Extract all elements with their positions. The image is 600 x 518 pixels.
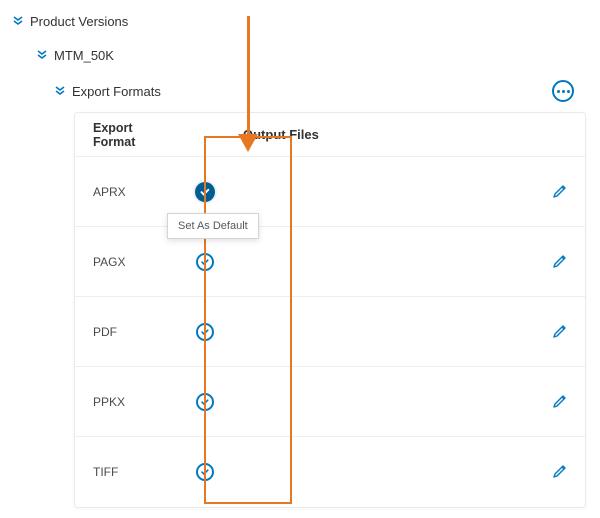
tree-item-product-version[interactable]: MTM_50K (36, 44, 588, 66)
set-as-default-button[interactable] (196, 393, 214, 411)
format-label: TIFF (75, 465, 175, 479)
table-header-row: Export Format Output Files (75, 113, 585, 157)
double-chevron-down-icon (12, 15, 24, 27)
double-chevron-down-icon (36, 49, 48, 61)
check-outline-icon (200, 257, 210, 267)
edit-row-button[interactable] (535, 323, 585, 341)
column-header-output: Output Files (235, 127, 535, 142)
edit-row-button[interactable] (535, 183, 585, 201)
table-row: PDF (75, 297, 585, 367)
tree-item-export-formats[interactable]: Export Formats (54, 80, 161, 102)
ellipsis-icon (567, 90, 570, 93)
overflow-menu-button[interactable] (552, 80, 574, 102)
ellipsis-icon (562, 90, 565, 93)
pencil-icon (551, 253, 569, 271)
check-outline-icon (200, 397, 210, 407)
pencil-icon (551, 323, 569, 341)
table-row: APRX Set As Default (75, 157, 585, 227)
set-as-default-button[interactable] (195, 182, 215, 202)
pencil-icon (551, 183, 569, 201)
format-label: PAGX (75, 255, 175, 269)
set-as-default-button[interactable] (196, 463, 214, 481)
tooltip-set-as-default: Set As Default (167, 213, 259, 239)
check-outline-icon (200, 327, 210, 337)
format-label: APRX (75, 185, 175, 199)
check-outline-icon (200, 467, 210, 477)
edit-row-button[interactable] (535, 463, 585, 481)
pencil-icon (551, 463, 569, 481)
set-as-default-button[interactable] (196, 323, 214, 341)
double-chevron-down-icon (54, 85, 66, 97)
format-label: PDF (75, 325, 175, 339)
format-label: PPKX (75, 395, 175, 409)
edit-row-button[interactable] (535, 393, 585, 411)
tree-item-product-versions[interactable]: Product Versions (12, 10, 588, 32)
pencil-icon (551, 393, 569, 411)
ellipsis-icon (557, 90, 560, 93)
tree-label-product-version: MTM_50K (54, 48, 114, 63)
tree-label-export-formats: Export Formats (72, 84, 161, 99)
set-as-default-button[interactable] (196, 253, 214, 271)
column-header-format: Export Format (75, 121, 175, 149)
export-formats-table: Export Format Output Files APRX Set As D… (74, 112, 586, 508)
table-row: PAGX (75, 227, 585, 297)
tree-label-product-versions: Product Versions (30, 14, 128, 29)
table-row: PPKX (75, 367, 585, 437)
check-filled-icon (199, 186, 211, 198)
edit-row-button[interactable] (535, 253, 585, 271)
table-row: TIFF (75, 437, 585, 507)
